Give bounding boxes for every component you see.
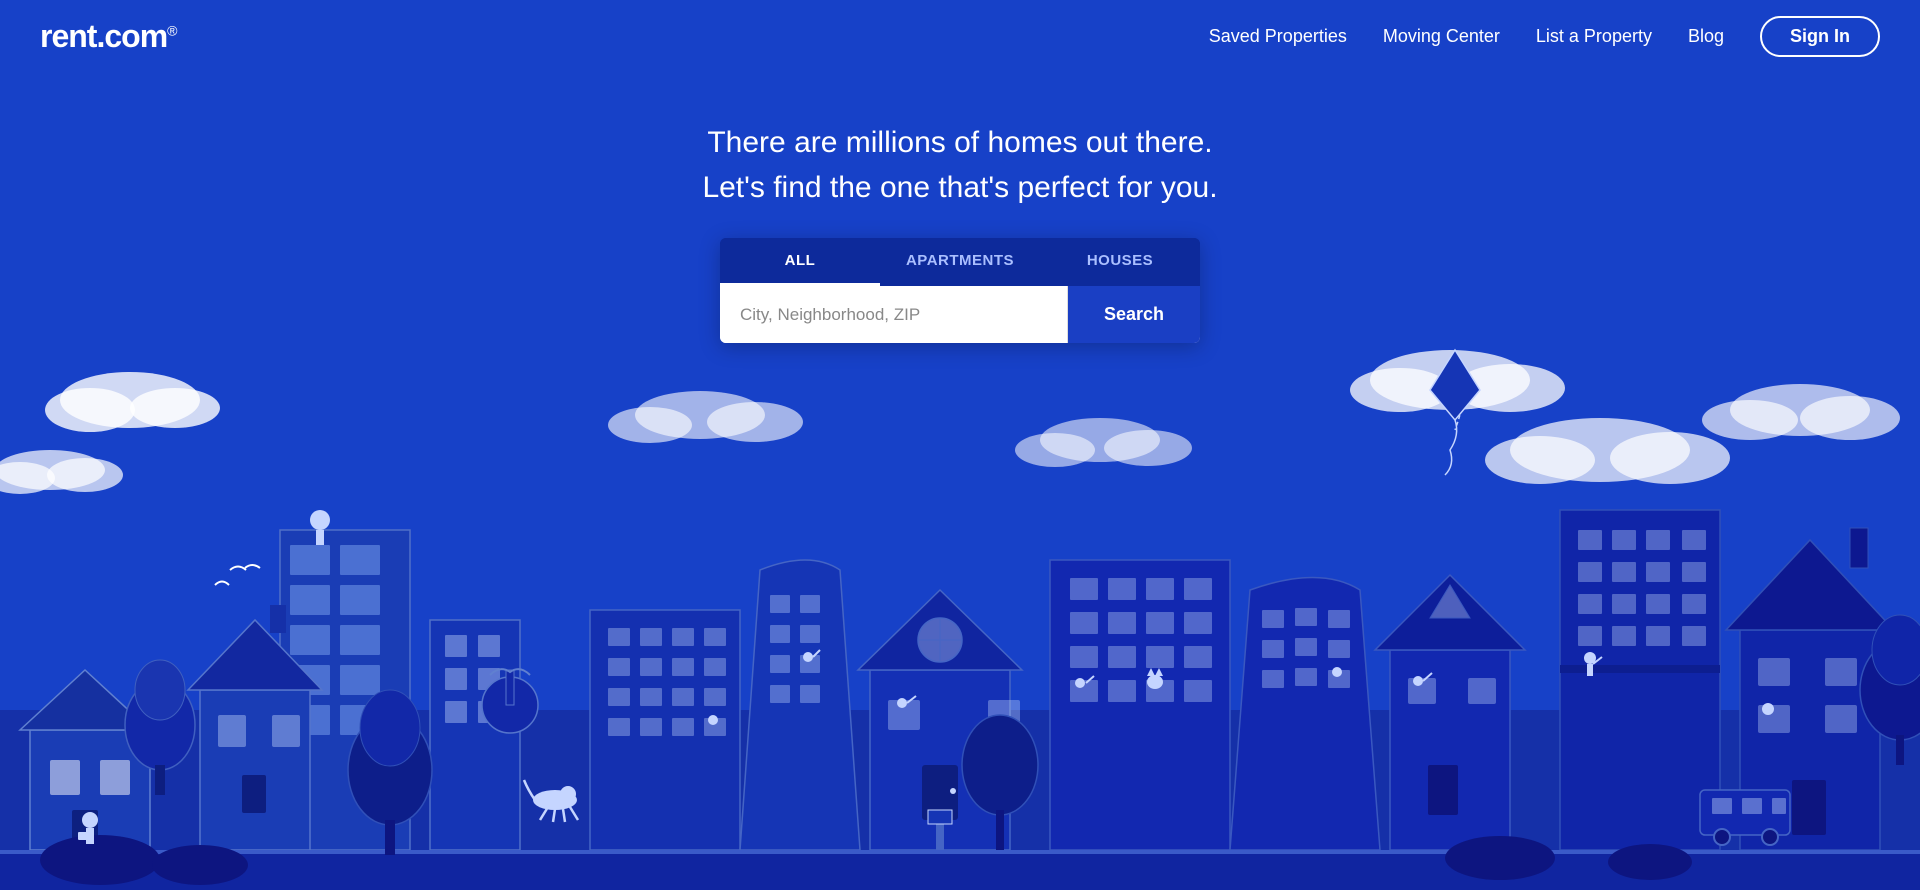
logo-text: rent.com xyxy=(40,18,167,54)
nav-saved-properties[interactable]: Saved Properties xyxy=(1209,26,1347,47)
logo[interactable]: rent.com® xyxy=(40,18,176,55)
nav-list-property[interactable]: List a Property xyxy=(1536,26,1652,47)
nav-blog[interactable]: Blog xyxy=(1688,26,1724,47)
hero-headline: There are millions of homes out there. L… xyxy=(702,120,1217,210)
tab-all[interactable]: ALL xyxy=(720,238,880,286)
headline-line2: Let's find the one that's perfect for yo… xyxy=(702,165,1217,210)
navbar: rent.com® Saved Properties Moving Center… xyxy=(0,0,1920,72)
logo-sup: ® xyxy=(167,22,176,38)
sign-in-button[interactable]: Sign In xyxy=(1760,16,1880,57)
headline-line1: There are millions of homes out there. xyxy=(702,120,1217,165)
tab-houses[interactable]: HOUSES xyxy=(1040,238,1200,286)
nav-moving-center[interactable]: Moving Center xyxy=(1383,26,1500,47)
search-tabs: ALL APARTMENTS HOUSES xyxy=(720,238,1200,286)
tab-apartments[interactable]: APARTMENTS xyxy=(880,238,1040,286)
nav-links: Saved Properties Moving Center List a Pr… xyxy=(1209,16,1880,57)
cityscape-illustration xyxy=(0,290,1920,890)
